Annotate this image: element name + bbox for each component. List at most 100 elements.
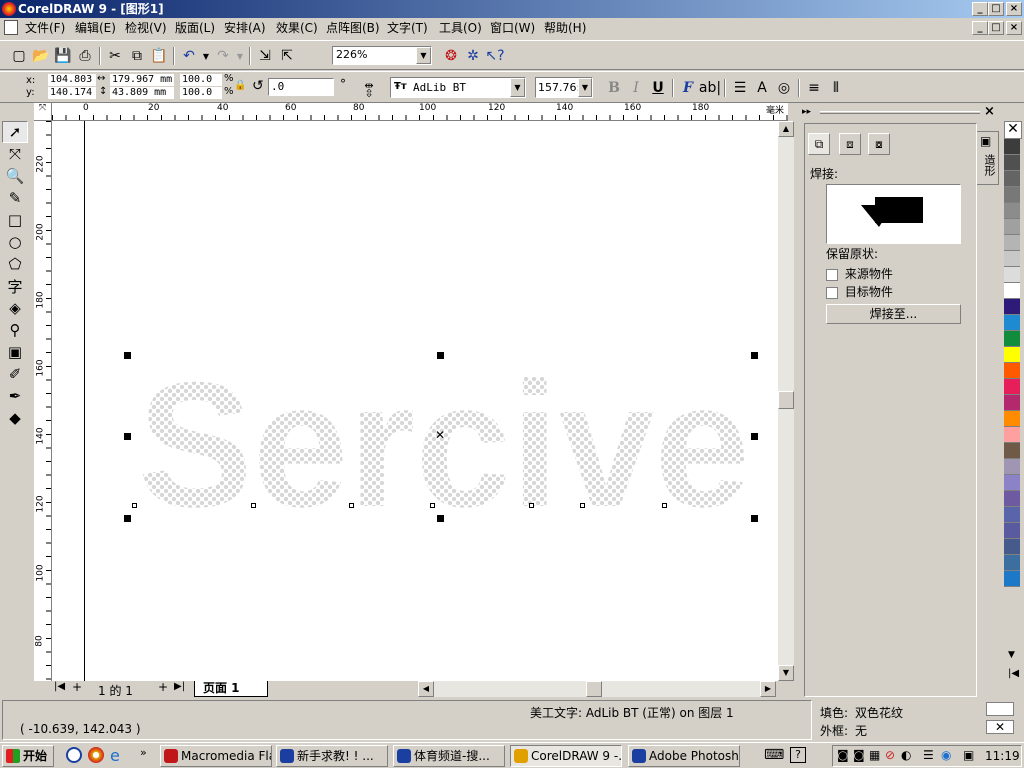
palette-expand-icon[interactable]: |◀ bbox=[1008, 668, 1019, 679]
mirror-vertical-icon[interactable]: ⇳ bbox=[358, 86, 380, 100]
horizontal-scrollbar[interactable]: ◀ ▶ bbox=[418, 681, 776, 697]
wrap-paragraph-icon[interactable]: ☰ bbox=[729, 77, 751, 99]
taskbar-button[interactable]: 体育频道-搜... bbox=[393, 745, 505, 767]
color-swatch[interactable] bbox=[1004, 235, 1020, 251]
font-select[interactable]: Ŧᴛ AdLib BT ▼ bbox=[390, 77, 526, 98]
checkbox-box[interactable] bbox=[826, 286, 838, 299]
first-page-icon[interactable]: |◀ bbox=[54, 681, 65, 692]
tray-icon[interactable]: ◙ bbox=[837, 748, 849, 762]
save-icon[interactable]: 💾 bbox=[52, 45, 74, 67]
color-swatch[interactable] bbox=[1004, 555, 1020, 571]
fill-swatch[interactable] bbox=[986, 702, 1014, 716]
menu-item[interactable]: 文字(T) bbox=[384, 20, 431, 36]
rotation-field[interactable]: .0 bbox=[268, 78, 334, 96]
weld-mode-button[interactable]: ⧉ bbox=[808, 133, 830, 155]
scroll-down-icon[interactable]: ▼ bbox=[778, 665, 794, 681]
color-swatch[interactable] bbox=[1004, 427, 1020, 443]
character-node[interactable] bbox=[430, 503, 435, 508]
doc-minimize-button[interactable]: _ bbox=[972, 21, 988, 35]
menu-item[interactable]: 编辑(E) bbox=[72, 20, 119, 36]
y-position-field[interactable]: 140.174 bbox=[48, 87, 96, 99]
selection-handle[interactable] bbox=[124, 433, 131, 440]
close-button[interactable]: × bbox=[1006, 2, 1022, 16]
tray-icon[interactable]: ▣ bbox=[963, 748, 974, 762]
color-swatch[interactable] bbox=[1004, 299, 1020, 315]
color-swatch[interactable] bbox=[1004, 539, 1020, 555]
tray-icon[interactable]: ◐ bbox=[901, 748, 911, 762]
doc-restore-button[interactable]: □ bbox=[988, 21, 1004, 35]
application-launcher-icon[interactable]: ❂ bbox=[440, 45, 462, 67]
menu-item[interactable]: 帮助(H) bbox=[541, 20, 589, 36]
checkbox-box[interactable] bbox=[826, 268, 838, 281]
zoom-tool-icon[interactable]: 🔍 bbox=[2, 165, 28, 187]
undo-dropdown-icon[interactable]: ▼ bbox=[200, 45, 212, 67]
undo-icon[interactable]: ↶ bbox=[178, 45, 200, 67]
italic-button[interactable]: I bbox=[625, 77, 647, 99]
vertical-text-icon[interactable]: ⦀ bbox=[825, 77, 847, 99]
help-icon[interactable]: ? bbox=[790, 747, 806, 763]
transparency-tool-icon[interactable]: ▣ bbox=[2, 341, 28, 363]
freehand-tool-icon[interactable]: ✎ bbox=[2, 187, 28, 209]
color-swatch[interactable] bbox=[1004, 283, 1020, 299]
color-swatch[interactable] bbox=[1004, 155, 1020, 171]
drawing-canvas[interactable]: Sercive ✕ bbox=[52, 121, 778, 681]
quicklaunch-icon[interactable] bbox=[88, 747, 104, 763]
width-field[interactable]: 179.967 mm bbox=[110, 74, 174, 86]
color-swatch[interactable] bbox=[1004, 475, 1020, 491]
ie-icon[interactable]: e bbox=[110, 746, 120, 765]
height-field[interactable]: 43.809 mm bbox=[110, 87, 174, 99]
open-folder-icon[interactable]: 📂 bbox=[30, 45, 52, 67]
color-swatch[interactable] bbox=[1004, 315, 1020, 331]
menu-item[interactable]: 检视(V) bbox=[122, 20, 170, 36]
menu-item[interactable]: 安排(A) bbox=[221, 20, 269, 36]
scroll-up-icon[interactable]: ▲ bbox=[778, 121, 794, 137]
weld-to-button[interactable]: 焊接至... bbox=[826, 304, 961, 324]
taskbar-button[interactable]: Macromedia Fla... bbox=[160, 745, 272, 767]
menu-item[interactable]: 工具(O) bbox=[436, 20, 485, 36]
scale-x-field[interactable]: 100.0 bbox=[180, 74, 222, 86]
selection-handle[interactable] bbox=[437, 515, 444, 522]
scroll-thumb[interactable] bbox=[778, 391, 794, 409]
page-tab[interactable]: 页面 1 bbox=[194, 681, 268, 697]
color-swatch[interactable] bbox=[1004, 219, 1020, 235]
paste-icon[interactable]: 📋 bbox=[148, 45, 170, 67]
horizontal-text-icon[interactable]: ≡ bbox=[803, 77, 825, 99]
vertical-scrollbar[interactable]: ▲ ▼ bbox=[778, 121, 794, 681]
color-swatch[interactable] bbox=[1004, 379, 1020, 395]
color-swatch[interactable] bbox=[1004, 491, 1020, 507]
copy-icon[interactable]: ⧉ bbox=[126, 45, 148, 67]
taskbar-button[interactable]: CorelDRAW 9 -... bbox=[510, 745, 622, 767]
tray-icon[interactable]: ◙ bbox=[853, 748, 865, 762]
selection-handle[interactable] bbox=[751, 352, 758, 359]
menu-item[interactable]: 效果(C) bbox=[273, 20, 321, 36]
add-page-after-icon[interactable]: + bbox=[158, 680, 168, 694]
x-position-field[interactable]: 104.803 bbox=[48, 74, 96, 86]
minimize-button[interactable]: _ bbox=[972, 2, 988, 16]
color-swatch[interactable] bbox=[1004, 267, 1020, 283]
character-node[interactable] bbox=[529, 503, 534, 508]
tray-icon[interactable]: ◉ bbox=[941, 748, 951, 762]
target-object-checkbox[interactable]: 目标物件 bbox=[826, 283, 893, 300]
selection-handle[interactable] bbox=[437, 352, 444, 359]
redo-icon[interactable]: ↷ bbox=[212, 45, 234, 67]
color-swatch[interactable] bbox=[1004, 203, 1020, 219]
docker-close-icon[interactable]: × bbox=[984, 104, 995, 119]
maximize-button[interactable]: □ bbox=[988, 2, 1004, 16]
corel-online-icon[interactable]: ✲ bbox=[462, 45, 484, 67]
character-node[interactable] bbox=[580, 503, 585, 508]
font-size-select[interactable]: 157.76: ▼ bbox=[535, 77, 593, 98]
selection-handle[interactable] bbox=[124, 352, 131, 359]
color-swatch[interactable] bbox=[1004, 411, 1020, 427]
artwork-text[interactable]: Sercive bbox=[138, 345, 750, 544]
export-icon[interactable]: ⇱ bbox=[276, 45, 298, 67]
ruler-corner[interactable]: ⤧ bbox=[34, 103, 52, 121]
ellipse-tool-icon[interactable]: ○ bbox=[2, 231, 28, 253]
color-swatch[interactable] bbox=[1004, 139, 1020, 155]
underline-button[interactable]: U bbox=[647, 77, 669, 99]
keyboard-icon[interactable]: ⌨ bbox=[764, 747, 784, 763]
color-swatch[interactable] bbox=[1004, 571, 1020, 587]
import-icon[interactable]: ⇲ bbox=[254, 45, 276, 67]
edit-text-icon[interactable]: ab| bbox=[699, 77, 721, 99]
color-swatch[interactable] bbox=[1004, 171, 1020, 187]
lock-ratio-icon[interactable]: 🔒 bbox=[234, 80, 246, 91]
